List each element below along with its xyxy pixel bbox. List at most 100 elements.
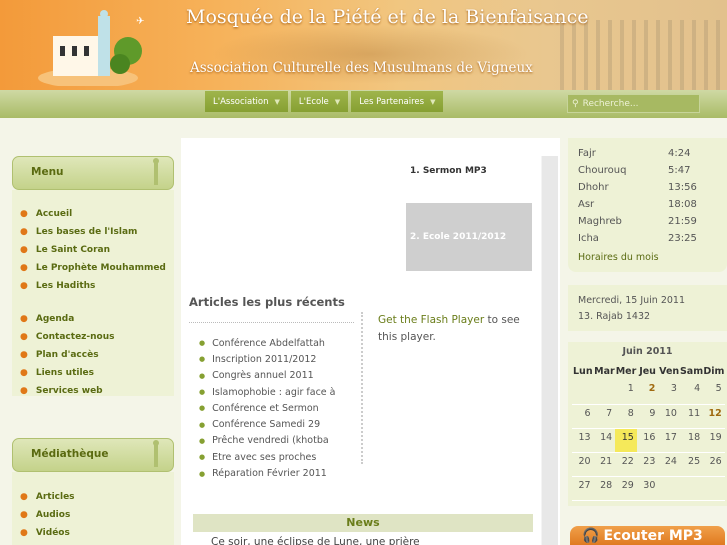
flash-player-link[interactable]: Get the Flash Player [378,314,484,326]
nav-label: L'Ecole [298,96,329,107]
nav-label: Les Partenaires [359,96,425,107]
slider-tab-sermon[interactable]: 1. Sermon MP3 [406,138,532,203]
menu-item-hadiths[interactable]: ● Les Hadiths [12,277,174,295]
calendar-day[interactable]: 8 [615,404,637,429]
media-box-header: Médiathèque [12,438,174,472]
calendar-week: 20 21 22 23 24 25 26 [572,452,725,477]
weekday-header: Lun [573,365,593,377]
menu-item-liens[interactable]: ● Liens utiles [12,364,174,382]
bullet-icon: ● [20,368,28,378]
hijri-date: 13. Rajab 1432 [578,311,651,322]
menu-item-agenda[interactable]: ● Agenda [12,310,174,328]
bullet-icon: ● [199,371,206,380]
svg-text:✈: ✈ [136,16,144,27]
calendar-day[interactable]: 21 [593,452,616,477]
site-title: Mosquée de la Piété et de la Bienfaisanc… [186,6,589,28]
calendar-day[interactable]: 29 [615,476,637,501]
calendar-day[interactable]: 1 [615,380,637,405]
calendar-day[interactable]: 7 [593,404,616,429]
recent-article[interactable]: ● Congrès annuel 2011 [199,368,359,384]
menu-item-accueil[interactable]: ● Accueil [12,205,174,223]
calendar-day[interactable]: 22 [615,452,637,477]
nav-ecole[interactable]: L'Ecole ▼ [290,91,349,112]
listen-mp3-button[interactable]: 🎧 Ecouter MP3 [570,526,725,545]
calendar-day[interactable]: 5 [703,380,725,405]
news-item[interactable]: Ce soir, une éclipse de Lune, une prière [211,536,420,545]
calendar-day[interactable]: 15 [615,428,637,453]
calendar-day[interactable]: 16 [636,428,659,453]
calendar-week: 12345 [572,380,725,405]
bullet-icon: ● [199,453,206,462]
prayer-row: Maghreb 21:59 [578,216,697,227]
listen-label: Ecouter MP3 [603,527,703,544]
calendar-day[interactable]: 3 [658,380,680,405]
menu-item-bases-islam[interactable]: ● Les bases de l'Islam [12,223,174,241]
menu-item-services[interactable]: ● Services web [12,382,174,400]
recent-article[interactable]: ● Islamophobie : agir face à [199,384,359,400]
prayer-row: Chourouq 5:47 [578,165,691,176]
recent-article[interactable]: ● Conférence Samedi 29 [199,416,359,432]
calendar-day[interactable]: 28 [593,476,616,501]
search-input[interactable]: ⚲ Recherche... [567,94,700,113]
calendar-day[interactable]: 25 [679,452,704,477]
calendar-day[interactable]: 9 [636,404,659,429]
media-box: ● Articles ● Audios ● Vidéos [12,472,174,545]
monthly-times-link[interactable]: Horaires du mois [578,252,659,263]
media-item-audios[interactable]: ● Audios [12,506,174,524]
recent-article[interactable]: ● Conférence et Sermon [199,400,359,416]
calendar-week: 27 28 29 30 [572,476,725,501]
menu-item-saint-coran[interactable]: ● Le Saint Coran [12,241,174,259]
bullet-icon: ● [20,227,28,237]
calendar-day[interactable]: 2 [636,380,659,405]
calendar-day[interactable]: 26 [703,452,725,477]
calendar-day[interactable]: 23 [636,452,659,477]
nav-association[interactable]: L'Association ▼ [205,91,288,112]
nav-partenaires[interactable]: Les Partenaires ▼ [351,91,444,112]
weekday-header: Mer [615,365,637,377]
recent-article[interactable]: ● Inscription 2011/2012 [199,351,359,367]
recent-article[interactable]: ● Prêche vendredi (khotba [199,433,359,449]
slider-tab-ecole[interactable]: 2. Ecole 2011/2012 [406,203,532,271]
media-item-articles[interactable]: ● Articles [12,488,174,506]
weekday-header: Jeu [639,365,656,377]
calendar-week: 13 14 15 16 17 18 19 [572,428,725,453]
gregorian-date: Mercredi, 15 Juin 2011 [578,295,686,306]
mosque-logo[interactable]: ✈ [38,6,158,86]
calendar-day[interactable]: 30 [636,476,659,501]
calendar-day[interactable]: 20 [572,452,594,477]
calendar-day[interactable]: 11 [679,404,704,429]
menu-item-prophete[interactable]: ● Le Prophète Mouhammed [12,259,174,277]
calendar-day[interactable]: 14 [593,428,616,453]
calendar-title: Juin 2011 [622,346,673,357]
bullet-icon: ● [20,245,28,255]
calendar-day[interactable]: 13 [572,428,594,453]
search-placeholder: Recherche... [582,98,639,109]
calendar-day[interactable]: 10 [658,404,680,429]
search-icon: ⚲ [572,98,579,109]
recent-article[interactable]: ● Etre avec ses proches [199,449,359,465]
calendar-day [572,380,594,405]
menu-item-plan[interactable]: ● Plan d'accès [12,346,174,364]
calendar-day[interactable]: 19 [703,428,725,453]
calendar-day[interactable]: 18 [679,428,704,453]
menu-item-contact[interactable]: ● Contactez-nous [12,328,174,346]
scrollbar[interactable] [541,156,558,545]
recent-article[interactable]: ● Conférence Abdelfattah [199,335,359,351]
calendar-day[interactable]: 24 [658,452,680,477]
bullet-icon: ● [20,386,28,396]
calendar-day[interactable]: 4 [679,380,704,405]
bullet-icon: ● [199,469,206,478]
bullet-icon: ● [199,420,206,429]
right-sidebar: Fajr 4:24 Chourouq 5:47 Dhohr 13:56 Asr 18:0… [568,138,727,545]
recent-articles-title: Articles les plus récents [189,295,345,309]
calendar-day [703,476,725,501]
site-banner: ✈ Mosquée de la Piété et de la Bienfaisa… [0,0,727,90]
recent-article[interactable]: ● Réparation Février 2011 [199,465,359,481]
media-item-videos[interactable]: ● Vidéos [12,524,174,542]
menu-title: Menu [31,166,64,178]
calendar-day[interactable]: 27 [572,476,594,501]
menu-box: ● Accueil ● Les bases de l'Islam ● Le Saint… [12,190,174,396]
calendar-day[interactable]: 12 [703,404,725,429]
calendar-day[interactable]: 6 [572,404,594,429]
calendar-day[interactable]: 17 [658,428,680,453]
